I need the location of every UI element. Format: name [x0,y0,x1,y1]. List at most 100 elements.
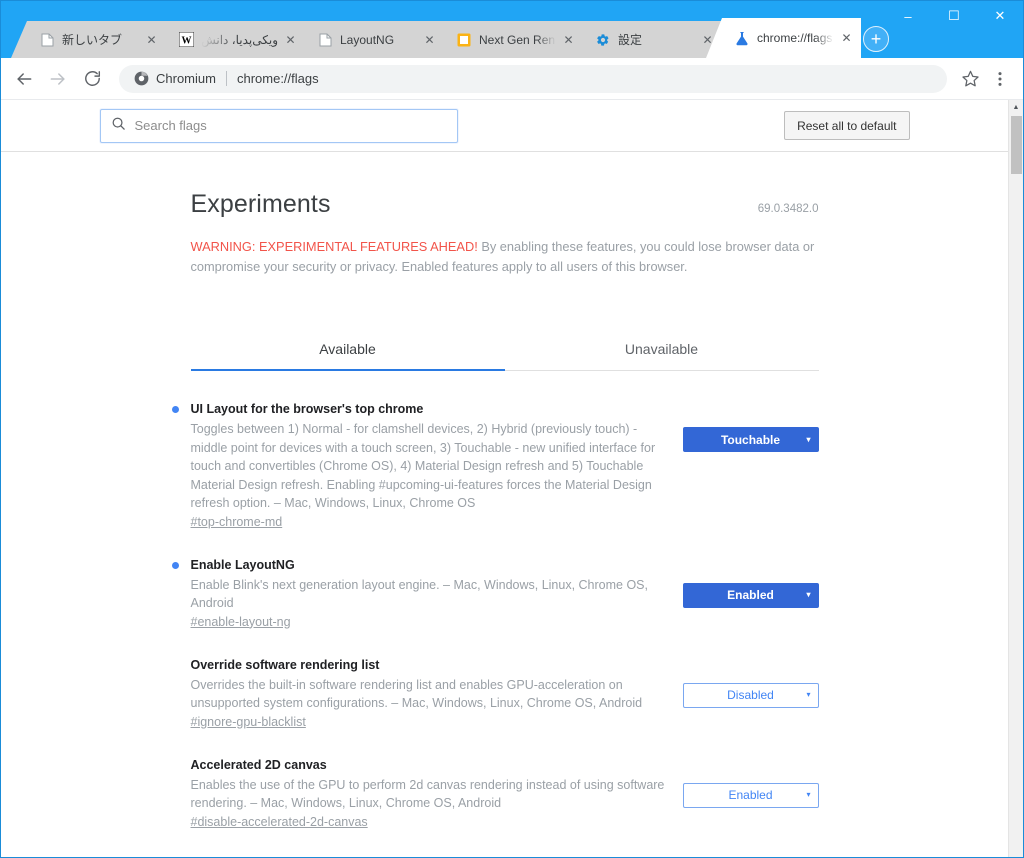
back-arrow-icon[interactable] [7,62,41,96]
flag-description: Enable Blink's next generation layout en… [190,577,649,611]
omnibox[interactable]: Chromium chrome://flags [119,64,947,93]
tab-close-icon[interactable]: ✕ [838,30,855,47]
warning-strong-text: WARNING: EXPERIMENTAL FEATURES AHEAD! [190,239,478,254]
flags-page: Reset all to default Experiments 69.0.34… [1,100,1008,857]
flag-title-row: Override software rendering list [191,657,667,674]
minimize-button[interactable]: – [885,1,931,31]
flag-title: Enable LayoutNG [190,557,295,572]
orange-square-icon [456,32,472,48]
tab-list: 新しいタブ ✕ W ویکی‌پدیا، دانش ✕ LayoutNG ✕ [1,14,889,58]
page-viewport: Reset all to default Experiments 69.0.34… [1,100,1023,857]
scrollbar-thumb[interactable] [1011,116,1022,174]
wikipedia-icon: W [178,32,194,48]
flag-info: Override software rendering list Overrid… [191,657,683,731]
reload-arrow-icon[interactable] [75,62,109,96]
flag-title: Accelerated 2D canvas [190,757,327,772]
flag-info: UI Layout for the browser's top chrome T… [171,401,683,531]
blank-page-icon [39,32,55,48]
window-controls: – ☐ ✕ [885,1,1023,31]
chromium-logo-icon [133,71,149,87]
flag-control: Enabled ▾ [682,557,819,608]
forward-arrow-icon[interactable] [41,62,75,96]
reset-all-to-default-button[interactable]: Reset all to default [784,111,910,140]
flag-info: Accelerated 2D canvas Enables the use of… [191,757,683,831]
omnibox-url-text: chrome://flags [236,71,319,86]
tab-title: Next Gen Ren [479,32,556,47]
flag-anchor-link[interactable]: #enable-layout-ng [191,615,291,629]
experiments-header: Experiments 69.0.3482.0 [191,190,819,219]
tab-title: 設定 [618,32,643,47]
page-scrollbar[interactable]: ▲ [1008,100,1023,857]
flag-title-row: Composited render layer borders [191,857,667,858]
flag-entry: Enable LayoutNG Enable Blink's next gene… [171,543,819,643]
flag-title: UI Layout for the browser's top chrome [190,402,424,416]
browser-window: 新しいタブ ✕ W ویکی‌پدیا، دانش ✕ LayoutNG ✕ [0,0,1024,858]
chevron-down-icon: ▾ [806,590,811,599]
flag-select-value: Enabled [728,788,773,802]
flag-control: Disabled ▾ [682,657,819,708]
flag-select-disable-accelerated-2d-canvas[interactable]: Enabled ▾ [682,782,819,808]
flags-search-row-inner: Reset all to default [99,108,910,143]
modified-dot-icon [171,561,179,569]
flags-search-row: Reset all to default [1,100,1008,152]
flag-control: Touchable ▾ [682,401,819,452]
flask-icon [734,30,750,46]
flag-anchor-link[interactable]: #disable-accelerated-2d-canvas [191,815,368,829]
scrollbar-up-arrow-icon[interactable]: ▲ [1009,100,1023,115]
warning-text: WARNING: EXPERIMENTAL FEATURES AHEAD! By… [191,237,819,277]
flag-title-row: Enable LayoutNG [171,557,667,574]
flag-select-ignore-gpu-blacklist[interactable]: Disabled ▾ [682,682,819,708]
browser-tab-next-gen-ren[interactable]: Next Gen Ren ✕ [428,21,583,58]
omnibox-security-label: Chromium [156,71,216,86]
flag-description: Toggles between 1) Normal - for clamshel… [190,422,656,510]
close-window-button[interactable]: ✕ [977,1,1023,31]
tab-strip: 新しいタブ ✕ W ویکی‌پدیا، دانش ✕ LayoutNG ✕ [1,1,1023,58]
flag-select-value: Touchable [720,432,781,447]
star-icon[interactable] [955,64,985,94]
flag-anchor-link[interactable]: #ignore-gpu-blacklist [191,715,306,729]
browser-tab-layoutng[interactable]: LayoutNG ✕ [289,21,444,58]
flag-entry: Composited render layer borders Renders … [191,843,819,858]
browser-tab-settings[interactable]: 設定 ✕ [567,21,722,58]
tab-title: chrome://flags [757,31,833,45]
flag-title-row: UI Layout for the browser's top chrome [171,401,667,418]
chevron-down-icon: ▾ [806,690,811,699]
flag-control: Disabled ▾ [683,857,819,858]
flag-title: Override software rendering list [190,657,380,672]
svg-text:W: W [181,36,191,47]
tab-close-icon[interactable]: ✕ [282,31,299,48]
tab-available[interactable]: Available [190,329,505,371]
flag-info: Enable LayoutNG Enable Blink's next gene… [171,557,683,631]
tab-unavailable[interactable]: Unavailable [505,329,819,370]
tab-close-icon[interactable]: ✕ [421,31,438,48]
tab-title: 新しいタブ [62,32,123,47]
flag-description: Enables the use of the GPU to perform 2d… [190,777,665,811]
omnibox-separator [225,71,227,86]
flag-select-value: Disabled [727,688,774,702]
search-flags-box[interactable] [99,108,458,143]
chevron-down-icon: ▾ [806,790,811,799]
flag-title-row: Accelerated 2D canvas [191,757,667,774]
flag-select-top-chrome-md[interactable]: Touchable ▾ [682,427,819,452]
version-label: 69.0.3482.0 [757,203,819,215]
browser-tab-new-tab[interactable]: 新しいタブ ✕ [11,21,166,58]
search-icon [111,116,126,136]
tab-title: ویکی‌پدیا، دانش [201,32,278,47]
flag-anchor-link[interactable]: #top-chrome-md [191,515,283,529]
flags-content: Experiments 69.0.3482.0 WARNING: EXPERIM… [171,152,819,858]
flags-filter-tabs: Available Unavailable [190,329,819,371]
flag-select-value: Enabled [727,588,774,602]
modified-dot-icon [171,406,179,413]
flag-title: Composited render layer borders [191,857,388,858]
tab-close-icon[interactable]: ✕ [143,31,160,48]
maximize-button[interactable]: ☐ [931,1,977,31]
browser-tab-chrome-flags[interactable]: chrome://flags ✕ [706,18,861,58]
flag-control: Enabled ▾ [682,757,819,808]
browser-tab-wikipedia[interactable]: W ویکی‌پدیا، دانش ✕ [150,21,305,58]
settings-gear-icon [595,32,611,48]
three-dot-menu-icon[interactable] [985,64,1015,94]
flag-select-enable-layout-ng[interactable]: Enabled ▾ [682,582,819,608]
flag-entry: Accelerated 2D canvas Enables the use of… [191,743,819,843]
search-input[interactable] [134,118,447,133]
tab-close-icon[interactable]: ✕ [560,31,577,48]
